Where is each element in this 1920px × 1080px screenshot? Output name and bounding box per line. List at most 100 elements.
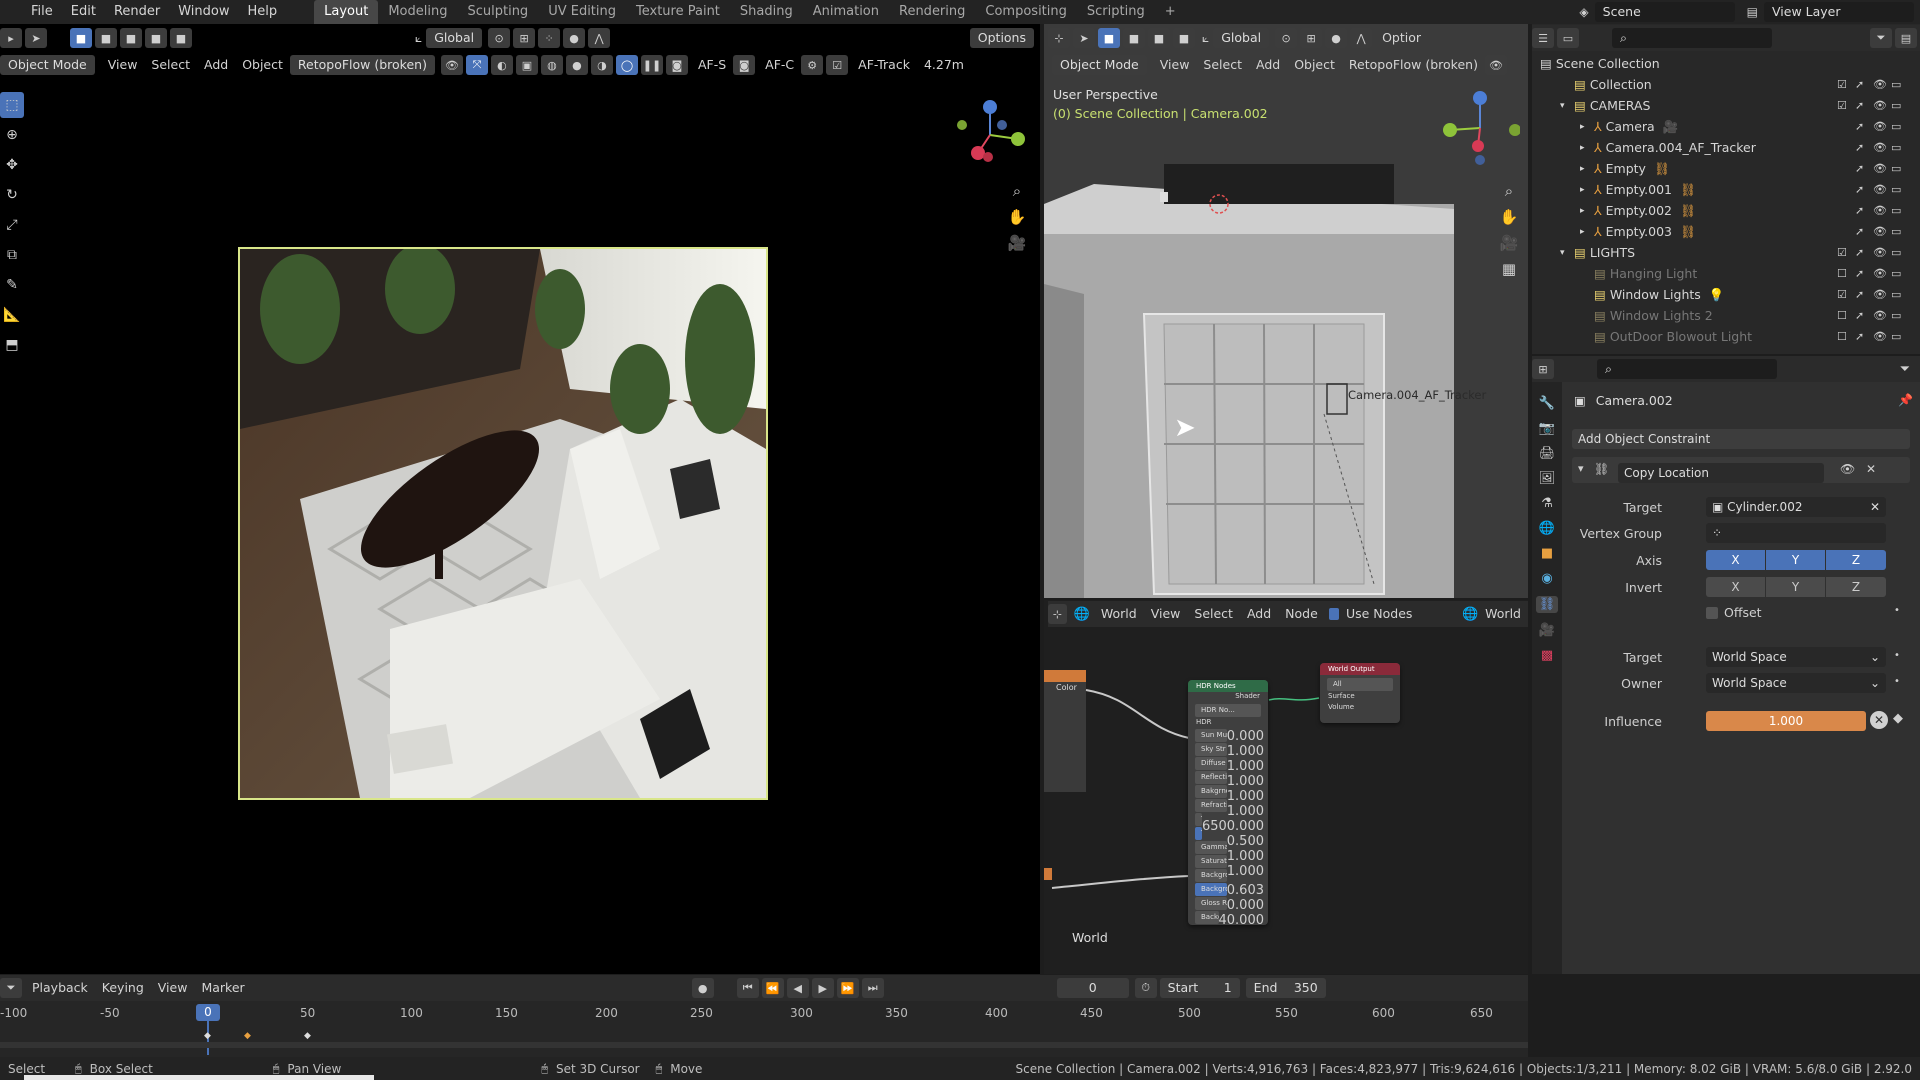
- af-track-check-icon[interactable]: ☑: [826, 55, 849, 75]
- play-icon[interactable]: ▶: [811, 978, 834, 998]
- select-arrow-toggle-icon[interactable]: ➚: [1855, 141, 1869, 154]
- eye-toggle-icon[interactable]: 👁: [1873, 204, 1887, 217]
- render-tab-icon[interactable]: 📷: [1539, 421, 1555, 436]
- select-arrow-toggle-icon[interactable]: ➚: [1855, 99, 1869, 112]
- eye-toggle-icon[interactable]: 👁: [1873, 225, 1887, 238]
- jump-start-icon[interactable]: ⏮: [736, 978, 759, 998]
- menu-window[interactable]: Window: [169, 0, 238, 24]
- tab-scripting[interactable]: Scripting: [1077, 0, 1155, 24]
- check-toggle-icon[interactable]: ☐: [1837, 309, 1851, 322]
- offset-checkbox[interactable]: [1706, 607, 1718, 619]
- annotate-icon[interactable]: ✎: [0, 272, 24, 298]
- check-toggle-icon[interactable]: [1837, 225, 1851, 238]
- right-cursor-tool-icon[interactable]: ➤: [1073, 28, 1095, 48]
- influence-keyframe-icon[interactable]: ◆: [1893, 711, 1903, 726]
- right-menu-view[interactable]: View: [1153, 55, 1197, 75]
- select-arrow-toggle-icon[interactable]: ➚: [1855, 246, 1869, 259]
- outliner-row[interactable]: ▤ Collection ☑ ➚ 👁 ▭: [1540, 74, 1915, 95]
- measure-icon[interactable]: 📐: [0, 302, 24, 328]
- select-arrow-toggle-icon[interactable]: ➚: [1855, 288, 1869, 301]
- outliner-row[interactable]: ▸ ⅄ Empty ⛓ ➚ 👁 ▭: [1540, 158, 1915, 179]
- hdr-param-row[interactable]: Sky Str: [1195, 743, 1227, 756]
- camera-view-icon[interactable]: 🎥: [1004, 230, 1030, 256]
- invert-z-toggle[interactable]: Z: [1826, 577, 1886, 597]
- gizmo-icon[interactable]: ⤧: [465, 55, 488, 75]
- pivot-icon[interactable]: ⊙: [488, 28, 511, 48]
- solid-icon[interactable]: ●: [565, 55, 588, 75]
- owner-space-dropdown[interactable]: World Space ⌄: [1706, 673, 1886, 693]
- texture-tab-icon[interactable]: ▩: [1541, 648, 1553, 663]
- select-arrow-toggle-icon[interactable]: ➚: [1855, 162, 1869, 175]
- collapse-chevron-icon[interactable]: ▸: [1580, 206, 1594, 216]
- check-toggle-icon[interactable]: ☑: [1837, 78, 1851, 91]
- menu-add[interactable]: Add: [197, 55, 235, 75]
- prev-keyframe-icon[interactable]: ⏪: [761, 978, 784, 998]
- right-select-invert-icon[interactable]: ■: [1173, 28, 1195, 48]
- world-output-node[interactable]: World Output All Surface Volume: [1320, 663, 1400, 723]
- menu-keying[interactable]: Keying: [95, 978, 151, 998]
- view-layer-tab-icon[interactable]: 🖼: [1539, 471, 1556, 486]
- mode-selector[interactable]: Object Mode: [0, 55, 95, 75]
- physics-tab-icon[interactable]: ◉: [1541, 571, 1552, 586]
- xray-icon[interactable]: ▣: [515, 55, 538, 75]
- filter-icon[interactable]: ⏷: [1870, 28, 1892, 48]
- falloff-icon[interactable]: ⋀: [588, 28, 611, 48]
- eye-toggle-icon[interactable]: 👁: [1873, 267, 1887, 280]
- check-toggle-icon[interactable]: ☑: [1837, 99, 1851, 112]
- tool-tab-icon[interactable]: 🔧: [1539, 396, 1555, 411]
- navigation-gizmo[interactable]: [950, 95, 1030, 175]
- right-navigation-gizmo[interactable]: [1440, 88, 1521, 168]
- add-cube-icon[interactable]: ⬒: [0, 332, 24, 358]
- end-frame-field[interactable]: End 350: [1245, 978, 1326, 998]
- scene-tab-icon[interactable]: ⚗: [1541, 496, 1553, 511]
- clear-target-icon[interactable]: ✕: [1870, 497, 1880, 517]
- move-icon[interactable]: ✥: [0, 152, 24, 178]
- outliner-row[interactable]: ▸ ⅄ Empty.002 ⛓ ➚ 👁 ▭: [1540, 200, 1915, 221]
- properties-search[interactable]: ⌕: [1597, 359, 1777, 379]
- pause-icon[interactable]: ❚❚: [640, 55, 663, 75]
- timeline-menu-view[interactable]: View: [151, 978, 195, 998]
- hdr-param-row[interactable]: Diffuse Str: [1195, 757, 1227, 770]
- snap-icon[interactable]: ⊞: [513, 28, 536, 48]
- right-retopoflow-menu[interactable]: RetopoFlow (broken): [1342, 55, 1485, 75]
- outliner-row[interactable]: ▤ Window Lights 💡 ☑ ➚ 👁 ▭: [1540, 284, 1915, 305]
- hdr-param-row[interactable]: Refractio: [1195, 799, 1227, 812]
- render-toggle-icon[interactable]: ▭: [1891, 120, 1905, 133]
- render-toggle-icon[interactable]: ▭: [1891, 330, 1905, 343]
- check-toggle-icon[interactable]: [1837, 183, 1851, 196]
- check-toggle-icon[interactable]: ☑: [1837, 246, 1851, 259]
- outliner-row[interactable]: ▤ OutDoor Blowout Light ☐ ➚ 👁 ▭: [1540, 326, 1915, 347]
- vertex-group-field[interactable]: ⁘: [1706, 523, 1886, 543]
- check-toggle-icon[interactable]: ☐: [1837, 330, 1851, 343]
- hdr-param-row[interactable]: Temp: [1195, 813, 1202, 826]
- tab-modeling[interactable]: Modeling: [378, 0, 457, 24]
- camera-afs-icon[interactable]: ◙: [665, 55, 688, 75]
- owner-space-keyframe-icon[interactable]: •: [1894, 676, 1900, 687]
- tab-layout[interactable]: Layout: [314, 0, 379, 24]
- collapse-chevron-icon[interactable]: ▸: [1580, 185, 1594, 195]
- outliner-search[interactable]: ⌕: [1612, 28, 1772, 48]
- right-camera-view-icon[interactable]: 🎥: [1496, 230, 1522, 256]
- eye-toggle-icon[interactable]: 👁: [1873, 246, 1887, 259]
- overlay-icon[interactable]: ◐: [490, 55, 513, 75]
- right-zoom-icon[interactable]: ⌕: [1496, 178, 1522, 204]
- eye-toggle-icon[interactable]: 👁: [1873, 309, 1887, 322]
- collapse-chevron-icon[interactable]: ▸: [1580, 164, 1594, 174]
- target-field[interactable]: ▣ Cylinder.002 ✕: [1706, 497, 1886, 517]
- constraint-delete-icon[interactable]: ✕: [1866, 462, 1876, 476]
- render-toggle-icon[interactable]: ▭: [1891, 99, 1905, 112]
- hdr-param-row[interactable]: Reflection: [1195, 771, 1227, 784]
- af-track-toggle-icon[interactable]: ⚙: [801, 55, 824, 75]
- node-menu-view[interactable]: View: [1144, 604, 1188, 624]
- wireframe-icon[interactable]: ◍: [540, 55, 563, 75]
- keyframe-marker-2[interactable]: ◆: [304, 1031, 311, 1041]
- constraint-eye-icon[interactable]: 👁: [1840, 462, 1855, 476]
- render-toggle-icon[interactable]: ▭: [1891, 204, 1905, 217]
- outliner-row[interactable]: ▾ ▤ LIGHTS ☑ ➚ 👁 ▭: [1540, 242, 1915, 263]
- camera-afc-icon[interactable]: ◙: [733, 55, 756, 75]
- play-reverse-icon[interactable]: ◀: [786, 978, 809, 998]
- axis-z-toggle[interactable]: Z: [1826, 550, 1886, 570]
- axis-x-toggle[interactable]: X: [1706, 550, 1765, 570]
- tab-uv-editing[interactable]: UV Editing: [538, 0, 626, 24]
- right-options-dropdown[interactable]: Optior: [1375, 28, 1428, 48]
